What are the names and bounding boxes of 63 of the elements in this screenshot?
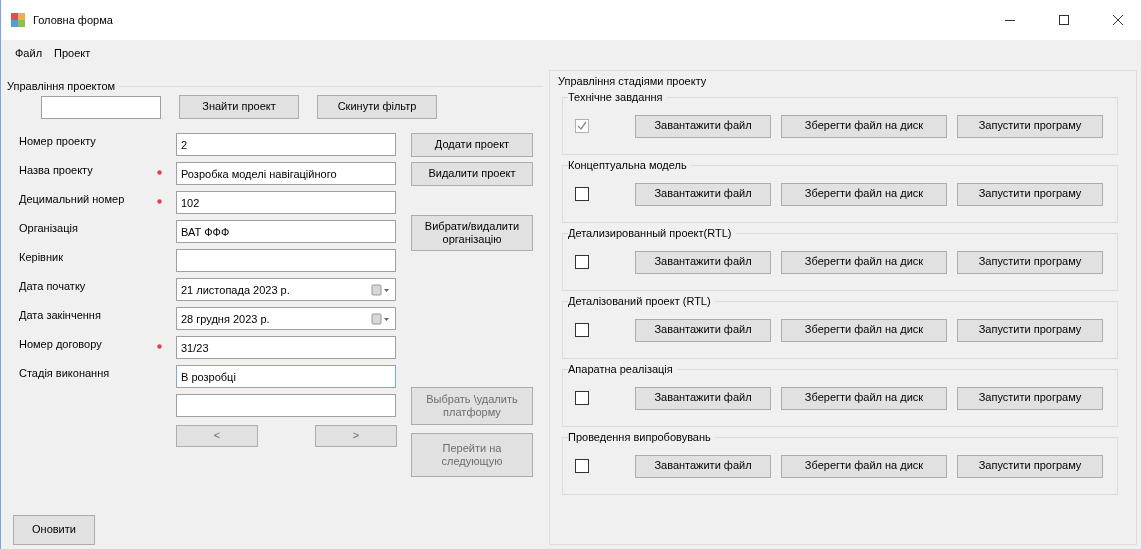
- save-file-button[interactable]: Зберегти файл на диск: [781, 318, 947, 342]
- save-file-button[interactable]: Зберегти файл на диск: [781, 386, 947, 410]
- run-program-button[interactable]: Запустити програму: [957, 250, 1103, 274]
- run-program-button[interactable]: Запустити програму: [957, 454, 1103, 478]
- load-file-button[interactable]: Завантажити файл: [635, 318, 771, 342]
- field-label: Назва проекту: [18, 163, 94, 177]
- refresh-button[interactable]: Оновити: [13, 515, 95, 545]
- input-field[interactable]: ВАТ ФФФ: [176, 220, 396, 243]
- minimize-icon[interactable]: [1005, 19, 1015, 21]
- field-label: Дата початку: [18, 279, 87, 293]
- run-program-button[interactable]: Запустити програму: [957, 386, 1103, 410]
- stage-checkbox[interactable]: [575, 323, 589, 337]
- save-file-button[interactable]: Зберегти файл на диск: [781, 250, 947, 274]
- app-icon: [11, 13, 25, 27]
- input-field[interactable]: 2: [176, 133, 396, 156]
- stage-title: Деталізований проект (RTL): [568, 295, 715, 307]
- group-title: Управління проектом: [7, 80, 120, 92]
- load-file-button[interactable]: Завантажити файл: [635, 454, 771, 478]
- reset-filter-button[interactable]: Скинути фільтр: [317, 95, 437, 119]
- action-button[interactable]: Вибрати/видалити організацію: [411, 215, 533, 251]
- stage-title: Детализированный проект(RTL): [568, 227, 736, 239]
- input-field[interactable]: В розробці: [176, 365, 396, 388]
- search-field[interactable]: [41, 95, 161, 119]
- load-file-button[interactable]: Завантажити файл: [635, 182, 771, 206]
- calendar-dropdown-icon[interactable]: [371, 312, 391, 325]
- field-label: Номер проекту: [18, 134, 97, 148]
- input-field[interactable]: 102: [176, 191, 396, 214]
- field-label: Стадія виконання: [18, 366, 111, 380]
- run-program-button[interactable]: Запустити програму: [957, 182, 1103, 206]
- field-label: Організація: [18, 221, 79, 235]
- input-field[interactable]: [176, 249, 396, 272]
- stage-checkbox[interactable]: [575, 459, 589, 473]
- field-label: Децимальний номер: [18, 192, 126, 206]
- close-icon[interactable]: [1113, 15, 1123, 25]
- stage-checkbox[interactable]: [575, 187, 589, 201]
- field-label: Дата закінчення: [18, 308, 102, 322]
- stage-title: Технічне завдання: [568, 91, 667, 103]
- menu-item[interactable]: Файл: [13, 45, 45, 61]
- input-field[interactable]: [176, 394, 396, 417]
- field-label: Номер договору: [18, 337, 103, 351]
- action-button[interactable]: Додати проект: [411, 133, 533, 157]
- save-file-button[interactable]: Зберегти файл на диск: [781, 454, 947, 478]
- window-title: Головна форма: [33, 14, 114, 26]
- calendar-dropdown-icon[interactable]: [371, 283, 391, 296]
- action-button[interactable]: Видалити проект: [411, 162, 533, 186]
- input-field[interactable]: Розробка моделі навігаційного: [176, 162, 396, 185]
- date-picker[interactable]: 28 грудня 2023 р.: [176, 307, 396, 330]
- stage-checkbox[interactable]: [575, 255, 589, 269]
- save-file-button[interactable]: Зберегти файл на диск: [781, 182, 947, 206]
- stage-title: Концептуальна модель: [568, 159, 691, 171]
- find-project-button[interactable]: Знайти проект: [179, 95, 299, 119]
- stage-title: Апаратна реалізація: [568, 363, 677, 375]
- date-picker[interactable]: 21 листопада 2023 р.: [176, 278, 396, 301]
- load-file-button[interactable]: Завантажити файл: [635, 386, 771, 410]
- maximize-icon[interactable]: [1059, 15, 1069, 25]
- input-field[interactable]: 31/23: [176, 336, 396, 359]
- load-file-button[interactable]: Завантажити файл: [635, 250, 771, 274]
- run-program-button[interactable]: Запустити програму: [957, 318, 1103, 342]
- group-title: Управління стадіями проекту: [558, 75, 708, 87]
- field-label: Керівник: [18, 250, 64, 264]
- menu-item[interactable]: Проект: [52, 45, 93, 61]
- stage-checkbox[interactable]: [575, 391, 589, 405]
- stage-title: Проведення випробовувань: [568, 431, 715, 443]
